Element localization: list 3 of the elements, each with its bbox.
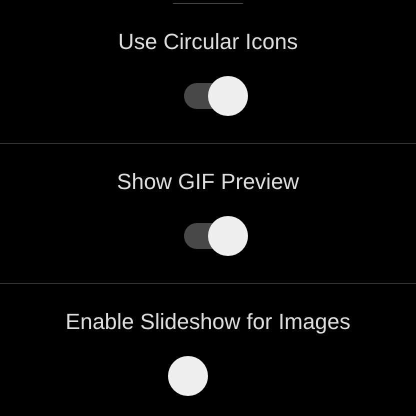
setting-label: Enable Slideshow for Images (66, 308, 350, 336)
setting-label: Use Circular Icons (118, 28, 298, 56)
setting-label: Show GIF Preview (116, 168, 300, 196)
